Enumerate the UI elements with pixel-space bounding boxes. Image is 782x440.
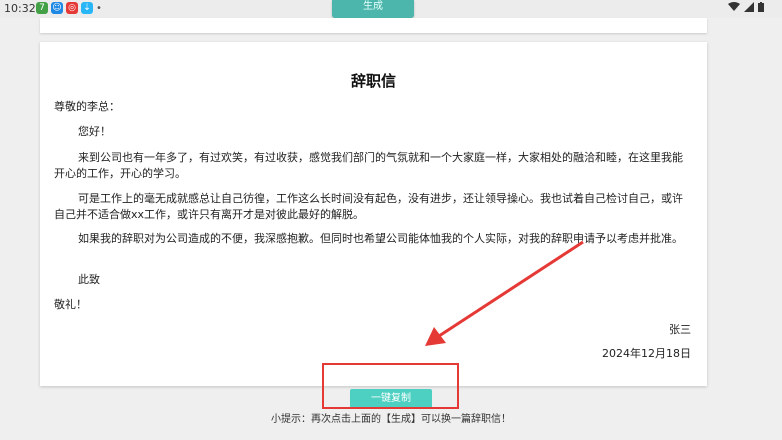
annotation-arrow-head [425, 327, 446, 346]
annotation-arrow-shaft [438, 240, 584, 338]
tip-text: 小提示：再次点击上面的【生成】可以换一篇辞职信！ [271, 414, 511, 425]
annotation-arrow [425, 240, 584, 346]
